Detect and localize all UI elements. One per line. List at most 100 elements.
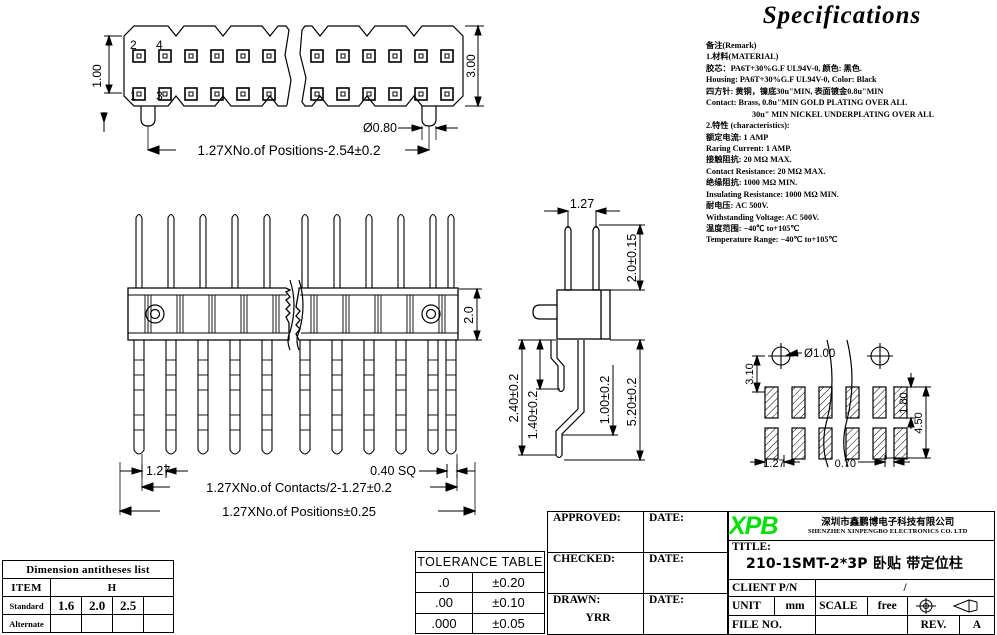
dim-top-width: 1.27XNo.of Positions-2.54±0.2 (197, 143, 380, 158)
table-row: ITEM H (1, 578, 174, 597)
spec-line-3: Housing: PA6T+30%G.F UL94V-0, Color: Bla… (706, 75, 877, 85)
dim-pin-above: 2.0±0.15 (625, 234, 639, 283)
dim-pcb-310: 3.10 (744, 363, 756, 384)
pin-number-3: 3 (156, 89, 163, 103)
title-value: 210-1SMT-2*3P 卧贴 带定位柱 (746, 556, 964, 572)
spec-line-7: 2.特性 (characteristics): (706, 121, 790, 131)
dim-alternate-v1 (81, 614, 114, 633)
title-block-table: XPB 深圳市鑫鹏博电子科技有限公司 SHENZHEN XINPENGBO EL… (727, 511, 996, 635)
spec-line-0: 备注(Remark) (706, 41, 757, 50)
spec-line-4: 四方针: 黄铜，镍底30u"MIN, 表面镀金0.8u"MIN (706, 86, 884, 96)
approval-block-table: APPROVED: DATE: CHECKED: DATE: DRAWN: DA… (547, 511, 728, 635)
dim-hole-diameter: Ø0.80 (363, 121, 397, 135)
rev-label: REV. (906, 615, 960, 635)
dim-body-height: 2.0 (462, 306, 476, 323)
spec-line-16: 温度范围: −40℃ to+105℃ (706, 224, 800, 233)
table-row: .000 ±0.05 (415, 612, 545, 634)
tol-places-2: .000 (415, 612, 473, 634)
table-row: XPB 深圳市鑫鹏博电子科技有限公司 SHENZHEN XINPENGBO EL… (728, 511, 995, 541)
dim-240: 2.40±0.2 (507, 374, 521, 423)
spec-line-1: 1.材料(MATERIAL) (706, 52, 779, 62)
dim-alternate-v3 (143, 614, 174, 633)
specifications-text: 备注(Remark) 1.材料(MATERIAL) 胶芯：PA6T+30%G.F U… (706, 40, 996, 246)
tolerance-caption: TOLERANCE TABLE (415, 551, 545, 573)
company-logo-cell: XPB 深圳市鑫鹏博电子科技有限公司 SHENZHEN XINPENGBO EL… (728, 511, 995, 541)
approved-cell: APPROVED: (547, 511, 644, 553)
dim-standard-v0: 1.6 (50, 596, 83, 615)
checked-date-cell: DATE: (643, 552, 728, 594)
table-row: UNIT mm SCALE free (728, 596, 996, 616)
client-pn-value: / (815, 579, 995, 597)
scale-label: SCALE (815, 596, 868, 616)
approved-date-cell: DATE: (643, 511, 728, 553)
spec-line-17: Temperature Range: −40℃ to+105℃ (706, 235, 838, 245)
dim-top-1-00: 1.00 (90, 64, 104, 88)
rev-value: A (958, 615, 996, 635)
spec-line-2: 胶芯：PA6T+30%G.F UL94V-0, 颜色: 黑色. (706, 63, 862, 73)
first-angle-projection-icon (915, 598, 978, 614)
spec-line-8: 额定电流: 1 AMP (706, 132, 769, 142)
title-cell: TITLE: 210-1SMT-2*3P 卧贴 带定位柱 (728, 540, 995, 580)
spec-line-13: Insulating Resistance: 1000 MΩ MIN. (706, 189, 839, 199)
file-no-value (815, 615, 908, 635)
specifications-heading: Specifications (762, 2, 922, 29)
tol-places-0: .0 (415, 571, 473, 593)
xpb-logo-icon: XPB (729, 512, 778, 540)
client-pn-label: CLIENT P/N (727, 579, 817, 597)
dim-140: 1.40±0.2 (526, 391, 540, 440)
dim-standard-v1: 2.0 (81, 596, 114, 615)
dim-pcb-127: 1.27 (763, 458, 784, 470)
drawn-date-value (643, 612, 728, 635)
dim-pitch-front: 1.27 (146, 464, 170, 478)
tol-value-1: ±0.10 (472, 592, 545, 614)
company-name-cn: 深圳市鑫鹏博电子科技有限公司 (821, 516, 955, 528)
tol-value-0: ±0.20 (472, 571, 545, 593)
scale-value: free (866, 596, 908, 616)
spec-line-11: Contact Resistance: 20 MΩ MAX. (706, 166, 826, 176)
spec-line-9: Raring Current: 1 AMP. (706, 143, 792, 153)
dim-contacts: 1.27XNo.of Contacts/2-1.27±0.2 (206, 480, 392, 495)
front-view-drawing: 2.0 1.27 0.40 SQ 1.27XNo.of Contacts/2-1… (118, 213, 482, 519)
dimension-table-caption: Dimension antitheses list (2, 560, 174, 579)
drawn-date-cell: DATE: (643, 593, 728, 612)
dim-sq: 0.40 SQ (370, 464, 416, 478)
spec-line-14: 耐电压: AC 500V. (706, 201, 769, 211)
top-view-drawing: 1.00 3.00 Ø0.80 1.27XNo.of Positions-2.5… (90, 24, 484, 158)
dim-pcb-070: 0.70 (835, 458, 856, 470)
table-row: TOLERANCE TABLE (415, 551, 545, 573)
table-row: FILE NO. REV. A (727, 615, 996, 635)
dim-positions: 1.27XNo.of Positions±0.25 (222, 504, 376, 519)
unit-label: UNIT (728, 596, 775, 616)
contact-pads (132, 49, 454, 101)
table-row: TITLE: 210-1SMT-2*3P 卧贴 带定位柱 (728, 540, 995, 580)
table-row: .00 ±0.10 (415, 592, 545, 614)
checked-cell: CHECKED: (547, 552, 644, 594)
table-row: Dimension antitheses list (2, 560, 174, 579)
table-row: Standard 1.6 2.0 2.5 (1, 596, 174, 615)
dim-total-height: 5.20±0.2 (625, 378, 639, 427)
pin-number-1: 1 (130, 89, 137, 103)
dim-side-pitch: 1.27 (570, 197, 594, 211)
table-row: CLIENT P/N / (727, 579, 995, 597)
table-row: .0 ±0.20 (415, 571, 545, 593)
pin-number-4: 4 (156, 38, 163, 52)
spec-line-10: 接触阻抗: 20 MΩ MAX. (706, 155, 792, 165)
pcb-layout-drawing: Ø1.00 3.10 1.80 4.50 1.27 0.70 (744, 339, 931, 470)
dim-top-3-00: 3.00 (464, 54, 478, 78)
dim-pcb-450: 4.50 (913, 412, 925, 433)
dim-standoff: 1.00±0.2 (598, 376, 612, 425)
projection-symbol-cell (906, 596, 996, 616)
title-label: TITLE: (732, 541, 771, 553)
dim-standard-v2: 2.5 (112, 596, 145, 615)
tol-value-2: ±0.05 (472, 612, 545, 634)
table-row: YRR (547, 612, 728, 635)
unit-value: mm (773, 596, 817, 616)
table-row: DRAWN: DATE: (547, 593, 728, 612)
spec-line-12: 绝缘阻抗: 1000 MΩ MIN. (706, 178, 798, 188)
dim-alternate-v2 (112, 614, 145, 633)
side-view-drawing: 1.27 2.0±0.15 5.20±0.2 1.00±0.2 2.40±0.2 (507, 197, 645, 462)
spec-line-5: Contact: Brass, 0.8u"MIN GOLD PLATING OV… (706, 98, 908, 108)
file-no-label: FILE NO. (727, 615, 817, 635)
drawn-cell: DRAWN: (547, 593, 644, 612)
dim-col-h: H (50, 578, 174, 597)
